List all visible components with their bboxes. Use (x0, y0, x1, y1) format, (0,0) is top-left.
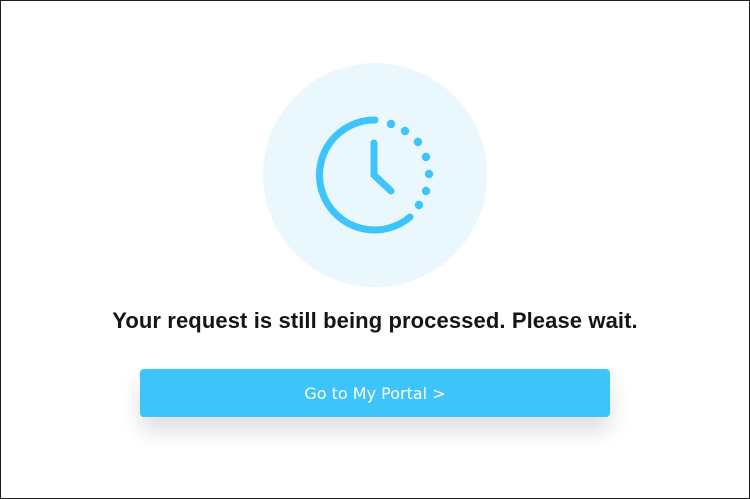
clock-pending-icon (316, 116, 434, 234)
go-to-portal-button[interactable]: Go to My Portal > (140, 369, 610, 417)
status-message: Your request is still being processed. P… (112, 308, 638, 333)
status-dialog: Your request is still being processed. P… (0, 0, 750, 499)
icon-background-circle (263, 63, 487, 287)
